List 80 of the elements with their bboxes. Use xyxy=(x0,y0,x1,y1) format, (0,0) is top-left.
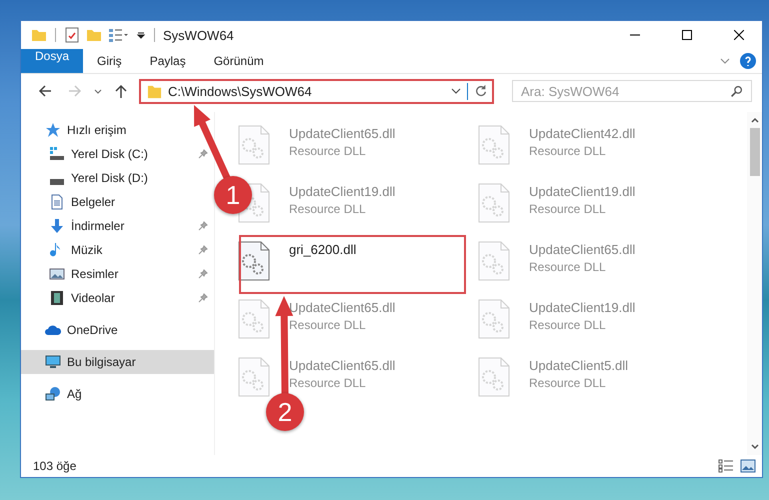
film-icon xyxy=(49,290,65,306)
file-name[interactable]: UpdateClient65.dll xyxy=(289,126,396,141)
gear-file-icon xyxy=(238,124,270,166)
file-name[interactable]: UpdateClient65.dll xyxy=(529,242,636,257)
file-name[interactable]: UpdateClient19.dll xyxy=(529,300,636,315)
address-field[interactable]: C:\Windows\SysWOW64 xyxy=(139,78,494,104)
dropdown-caret-icon[interactable] xyxy=(451,86,461,96)
search-field[interactable]: Ara: SysWOW64 xyxy=(512,80,752,102)
file-type: Resource DLL xyxy=(289,318,367,332)
scroll-down-icon[interactable] xyxy=(750,442,760,452)
file-type: Resource DLL xyxy=(289,202,367,216)
download-arrow-icon xyxy=(49,218,65,234)
gear-file-icon xyxy=(478,240,510,282)
file-type: Resource DLL xyxy=(529,318,607,332)
monitor-icon xyxy=(45,354,61,370)
help-icon[interactable] xyxy=(740,53,756,69)
minimize-icon xyxy=(630,34,640,36)
window-title: SysWOW64 xyxy=(163,28,234,42)
pin-icon xyxy=(198,269,208,279)
sidebar-item[interactable]: Yerel Disk (C:) xyxy=(21,142,214,166)
picture-icon xyxy=(49,266,65,282)
network-icon xyxy=(45,386,61,402)
scrollbar-thumb[interactable] xyxy=(750,128,760,176)
pin-icon xyxy=(198,293,208,303)
file-type: Resource DLL xyxy=(529,144,607,158)
sidebar-item[interactable]: Yerel Disk (D:) xyxy=(21,166,214,190)
ribbon-tab[interactable]: Giriş xyxy=(83,49,136,73)
file-tab[interactable]: Dosya xyxy=(21,49,84,73)
star-icon xyxy=(45,122,61,138)
sidebar-item[interactable]: OneDrive xyxy=(21,318,214,342)
sidebar-item[interactable]: Ağ xyxy=(21,382,214,406)
file-type: Resource DLL xyxy=(529,202,607,216)
refresh-icon[interactable] xyxy=(474,84,488,98)
gear-file-icon xyxy=(478,124,510,166)
ribbon-tab[interactable]: Görünüm xyxy=(200,49,278,73)
file-type: Resource DLL xyxy=(529,260,607,274)
pin-icon xyxy=(198,221,208,231)
pin-icon xyxy=(198,149,208,159)
gear-file-icon xyxy=(478,356,510,398)
file-name[interactable]: UpdateClient19.dll xyxy=(289,184,396,199)
large-icons-view-icon[interactable] xyxy=(740,459,756,473)
gear-file-icon xyxy=(238,298,270,340)
item-count: 103 öğe xyxy=(33,459,76,473)
maximize-icon xyxy=(682,30,692,40)
up-arrow-icon[interactable] xyxy=(113,83,129,99)
file-type: Resource DLL xyxy=(529,376,607,390)
folder-icon xyxy=(147,84,162,98)
sidebar-item[interactable]: İndirmeler xyxy=(21,214,214,238)
file-name[interactable]: gri_6200.dll xyxy=(289,242,356,257)
expand-ribbon-icon[interactable] xyxy=(720,56,730,66)
drive-icon xyxy=(49,146,65,162)
close-icon xyxy=(734,30,744,40)
gear-file-icon xyxy=(238,240,270,282)
customize-icon[interactable] xyxy=(108,27,130,43)
file-type: Resource DLL xyxy=(289,144,367,158)
gear-file-icon xyxy=(238,356,270,398)
dropdown-caret-icon[interactable] xyxy=(136,30,146,40)
gear-file-icon xyxy=(478,298,510,340)
file-name[interactable]: UpdateClient42.dll xyxy=(529,126,636,141)
scroll-up-icon[interactable] xyxy=(750,115,760,125)
properties-icon[interactable] xyxy=(64,27,80,43)
sidebar-item[interactable]: Müzik xyxy=(21,238,214,262)
scrollbar[interactable] xyxy=(747,112,762,455)
back-arrow-icon[interactable] xyxy=(37,83,53,99)
drive-icon xyxy=(49,179,65,185)
file-name[interactable]: UpdateClient65.dll xyxy=(289,300,396,315)
pin-icon xyxy=(198,245,208,255)
gear-file-icon xyxy=(478,182,510,224)
sidebar-item[interactable]: Resimler xyxy=(21,262,214,286)
sidebar-item[interactable]: Hızlı erişim xyxy=(21,118,214,142)
file-name[interactable]: UpdateClient5.dll xyxy=(529,358,628,373)
document-icon xyxy=(49,194,65,210)
details-view-icon[interactable] xyxy=(718,459,734,473)
file-name[interactable]: UpdateClient19.dll xyxy=(529,184,636,199)
sidebar-item[interactable]: Bu bilgisayar xyxy=(21,350,214,374)
file-name[interactable]: UpdateClient65.dll xyxy=(289,358,396,373)
file-type: Resource DLL xyxy=(289,376,367,390)
sidebar-item[interactable]: Videolar xyxy=(21,286,214,310)
sidebar-item[interactable]: Belgeler xyxy=(21,190,214,214)
ribbon-tab[interactable]: Paylaş xyxy=(136,49,200,73)
